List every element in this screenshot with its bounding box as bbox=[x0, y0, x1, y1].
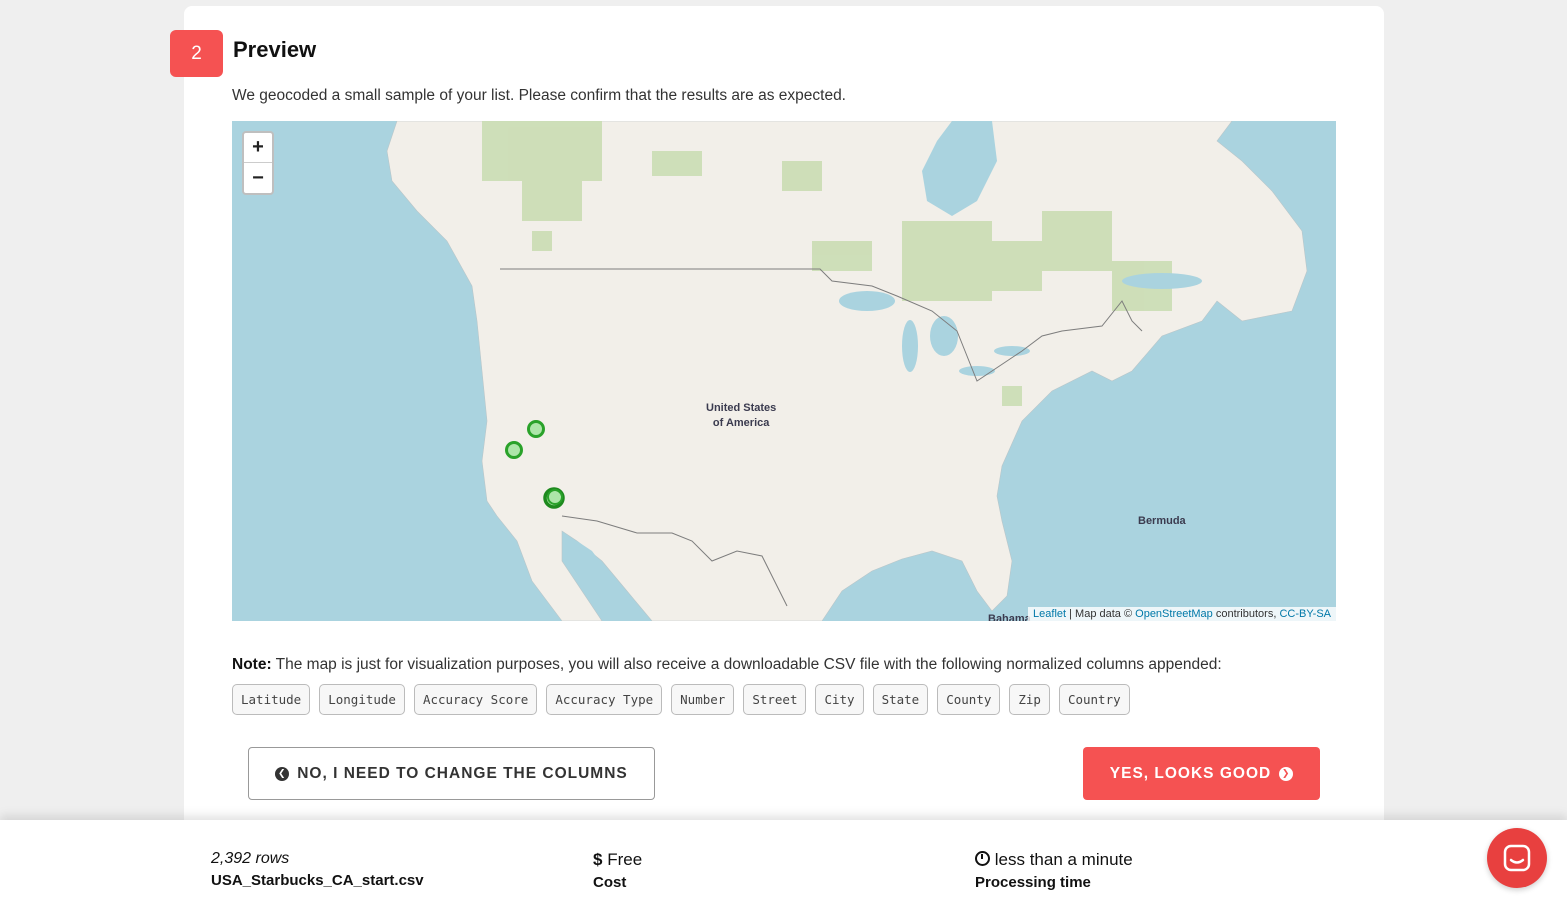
rows-count: 2,392 rows bbox=[211, 850, 290, 867]
column-chip: City bbox=[815, 684, 864, 715]
map-label-usa: United States of America bbox=[706, 401, 776, 431]
attribution-separator: | Map data © bbox=[1066, 608, 1136, 620]
change-columns-label: NO, I NEED TO CHANGE THE COLUMNS bbox=[297, 764, 628, 782]
file-name: USA_Starbucks_CA_start.csv bbox=[211, 872, 424, 889]
chat-launcher-button[interactable] bbox=[1487, 828, 1547, 888]
column-chip: Accuracy Type bbox=[546, 684, 663, 715]
zoom-out-button[interactable]: − bbox=[244, 163, 272, 193]
column-chip: County bbox=[937, 684, 1001, 715]
column-chip: Country bbox=[1058, 684, 1130, 715]
map-tiles bbox=[386, 121, 1308, 621]
page-title: Preview bbox=[233, 37, 317, 62]
zoom-in-button[interactable]: + bbox=[244, 133, 272, 163]
column-chip: Zip bbox=[1009, 684, 1050, 715]
map-view[interactable]: + − United States of America Bermuda Bah… bbox=[232, 121, 1336, 621]
column-chip: Accuracy Score bbox=[413, 684, 538, 715]
attribution-contributors: contributors, bbox=[1212, 608, 1280, 620]
summary-footer: 2,392 rows USA_Starbucks_CA_start.csv $ … bbox=[0, 820, 1567, 908]
cost-label: Cost bbox=[593, 874, 627, 891]
columns-list: Latitude Longitude Accuracy Score Accura… bbox=[232, 684, 1130, 715]
page-subtitle: We geocoded a small sample of your list.… bbox=[232, 87, 846, 104]
column-chip: Latitude bbox=[232, 684, 311, 715]
dollar-icon: $ bbox=[593, 850, 603, 869]
zoom-control[interactable]: + − bbox=[242, 131, 274, 195]
clock-icon bbox=[975, 851, 990, 866]
leaflet-link[interactable]: Leaflet bbox=[1033, 608, 1066, 620]
time-label: Processing time bbox=[975, 874, 1091, 891]
change-columns-button[interactable]: ❮ NO, I NEED TO CHANGE THE COLUMNS bbox=[248, 747, 655, 800]
column-chip: Street bbox=[743, 684, 807, 715]
map-label-usa-line2: of America bbox=[712, 417, 770, 429]
time-value: less than a minute bbox=[994, 850, 1133, 869]
rows-stat: 2,392 rows USA_Starbucks_CA_start.csv bbox=[211, 850, 424, 889]
note-text: Note: The map is just for visualization … bbox=[232, 656, 1222, 674]
time-stat: less than a minute Processing time bbox=[975, 850, 1133, 891]
cost-stat: $ Free Cost bbox=[593, 850, 642, 891]
note-body: The map is just for visualization purpos… bbox=[271, 656, 1222, 673]
chevron-left-circle-icon: ❮ bbox=[275, 766, 290, 781]
confirm-label: YES, LOOKS GOOD bbox=[1109, 764, 1272, 782]
chat-icon bbox=[1503, 844, 1531, 872]
map-label-bahamas: Bahama bbox=[988, 613, 1031, 621]
column-chip: Number bbox=[671, 684, 735, 715]
confirm-button[interactable]: YES, LOOKS GOOD ❯ bbox=[1083, 747, 1320, 800]
column-chip: State bbox=[872, 684, 929, 715]
map-label-bermuda: Bermuda bbox=[1138, 515, 1186, 527]
map-attribution: Leaflet | Map data © OpenStreetMap contr… bbox=[1028, 607, 1336, 621]
chevron-right-circle-icon: ❯ bbox=[1279, 766, 1294, 781]
note-label: Note: bbox=[232, 656, 272, 673]
cost-value: Free bbox=[607, 850, 643, 869]
osm-link[interactable]: OpenStreetMap bbox=[1135, 608, 1213, 620]
step-number-badge: 2 bbox=[170, 30, 223, 77]
map-label-usa-line1: United States bbox=[706, 402, 777, 414]
license-link[interactable]: CC-BY-SA bbox=[1279, 608, 1331, 620]
column-chip: Longitude bbox=[319, 684, 405, 715]
